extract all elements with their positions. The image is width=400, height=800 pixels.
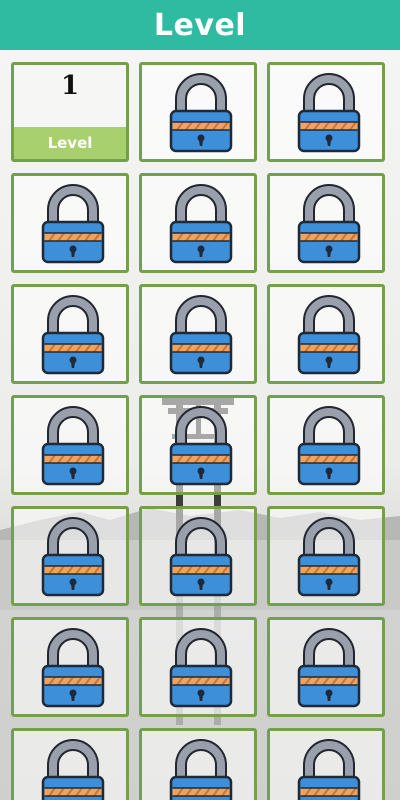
level-cell-locked[interactable] (139, 728, 257, 800)
level-cell-locked[interactable] (267, 728, 385, 800)
header-bar: Level (0, 0, 400, 50)
level-label: Level (14, 127, 126, 159)
level-cell-locked[interactable] (11, 617, 129, 717)
level-cell-locked[interactable] (11, 395, 129, 495)
padlock-icon (41, 184, 105, 264)
level-cell-locked[interactable] (267, 62, 385, 162)
padlock-icon (169, 295, 233, 375)
padlock-icon (41, 517, 105, 597)
padlock-icon (169, 739, 233, 800)
padlock-icon (297, 184, 361, 264)
level-cell-locked[interactable] (267, 617, 385, 717)
level-cell-locked[interactable] (139, 617, 257, 717)
page-title: Level (153, 7, 247, 43)
padlock-icon (41, 406, 105, 486)
padlock-icon (41, 628, 105, 708)
padlock-icon (297, 295, 361, 375)
level-cell-locked[interactable] (139, 173, 257, 273)
level-cell-locked[interactable] (267, 173, 385, 273)
level-cell[interactable]: 1 Level (11, 62, 129, 162)
padlock-icon (297, 517, 361, 597)
level-cell-locked[interactable] (139, 284, 257, 384)
level-cell-locked[interactable] (139, 62, 257, 162)
padlock-icon (169, 184, 233, 264)
level-cell-locked[interactable] (139, 395, 257, 495)
padlock-icon (41, 739, 105, 800)
level-number: 1 (60, 71, 80, 101)
padlock-icon (41, 295, 105, 375)
padlock-icon (297, 73, 361, 153)
level-cell-locked[interactable] (11, 506, 129, 606)
level-cell-locked[interactable] (267, 284, 385, 384)
padlock-icon (169, 406, 233, 486)
padlock-icon (297, 739, 361, 800)
padlock-icon (169, 73, 233, 153)
padlock-icon (297, 628, 361, 708)
level-cell-locked[interactable] (139, 506, 257, 606)
padlock-icon (297, 406, 361, 486)
level-cell-locked[interactable] (11, 173, 129, 273)
level-grid: 1 Level (0, 50, 400, 800)
level-cell-locked[interactable] (11, 284, 129, 384)
level-cell-locked[interactable] (267, 395, 385, 495)
level-cell-locked[interactable] (11, 728, 129, 800)
padlock-icon (169, 628, 233, 708)
level-cell-locked[interactable] (267, 506, 385, 606)
padlock-icon (169, 517, 233, 597)
